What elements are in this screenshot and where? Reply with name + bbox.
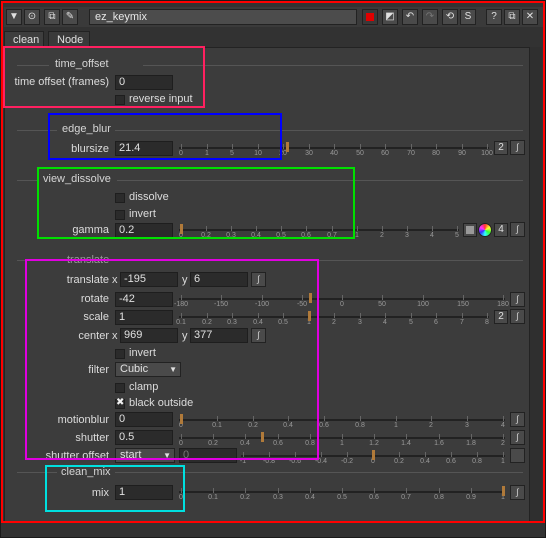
- time-offset-highlight-box: [3, 46, 205, 108]
- edge-blur-highlight-box: [48, 113, 282, 160]
- transform-highlight-box: [25, 259, 319, 460]
- clean-mix-highlight-box: [45, 465, 185, 512]
- view-dissolve-highlight-box: [37, 167, 355, 239]
